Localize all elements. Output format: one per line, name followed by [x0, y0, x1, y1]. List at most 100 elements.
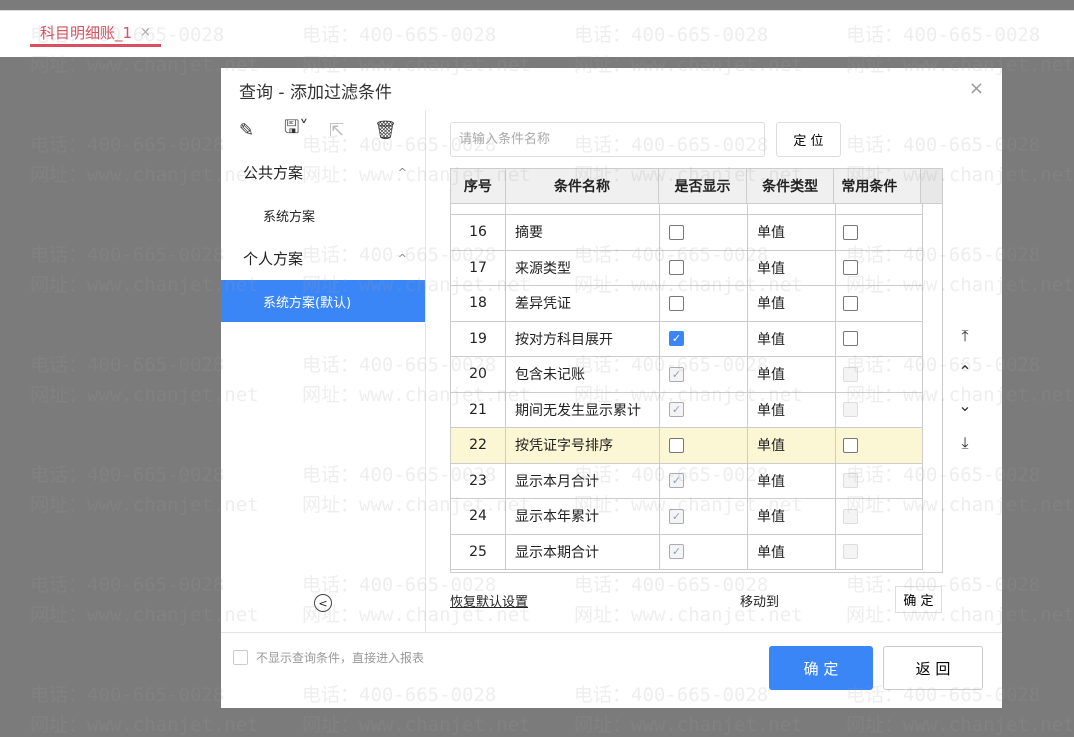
show-cell: ✓	[660, 357, 748, 392]
common-cell	[836, 321, 923, 356]
table-row[interactable]: 16 摘要 单值	[451, 215, 923, 251]
chevron-up-icon[interactable]: ^	[398, 252, 407, 265]
close-icon[interactable]: ×	[969, 78, 984, 99]
watermark-site: 网址：www.chanjet.net	[302, 714, 531, 736]
condition-name: 显示本年累计	[506, 499, 660, 534]
move-confirm-button[interactable]: 确 定	[895, 586, 942, 613]
watermark-site: 网址：www.chanjet.net	[574, 714, 803, 736]
save-icon[interactable]: 🖫˅	[284, 115, 329, 145]
scheme-panel: ✎ 🖫˅ ⇱ 🗑 公共方案 ^ 系统方案 个人方案 ^ 系统方案(默认) <	[221, 110, 426, 632]
chevron-up-icon[interactable]: ^	[398, 166, 407, 179]
restore-default-link[interactable]: 恢复默认设置	[450, 591, 528, 610]
checkbox[interactable]	[843, 473, 858, 489]
move-up-icon[interactable]: ⌃	[954, 362, 976, 381]
checkbox[interactable]: ✓	[669, 331, 684, 347]
tab-label: 科目明细账_1	[40, 24, 133, 42]
condition-name: 摘要	[506, 215, 660, 250]
checkbox[interactable]	[843, 437, 858, 453]
condition-type: 单值	[748, 357, 836, 392]
show-cell: ✓	[660, 392, 748, 427]
condition-name: 包含未记账	[506, 357, 660, 392]
checkbox[interactable]	[669, 295, 684, 311]
condition-type: 单值	[748, 392, 836, 427]
checkbox[interactable]	[843, 508, 858, 524]
condition-name: 显示本月合计	[506, 463, 660, 498]
row-number: 20	[451, 357, 506, 392]
condition-type: 单值	[748, 428, 836, 463]
locate-button[interactable]: 定 位	[776, 122, 841, 157]
checkbox[interactable]	[843, 366, 858, 382]
edit-icon[interactable]: ✎	[239, 120, 284, 141]
scrollbar[interactable]	[921, 169, 942, 203]
close-icon[interactable]: ×	[140, 25, 151, 40]
row-number: 22	[451, 428, 506, 463]
table-row[interactable]: 18 差异凭证 单值	[451, 286, 923, 322]
group-label: 个人方案	[243, 249, 304, 268]
row-number: 24	[451, 499, 506, 534]
skip-query-label: 不显示查询条件，直接进入报表	[256, 651, 425, 665]
watermark-phone: 电话：400-665-0028	[30, 354, 225, 376]
condition-type: 单值	[748, 215, 836, 250]
checkbox[interactable]: ✓	[669, 402, 684, 418]
checkbox[interactable]: ✓	[669, 473, 684, 489]
common-cell	[836, 463, 923, 498]
scheme-item[interactable]: 系统方案	[221, 194, 425, 236]
delete-icon[interactable]: 🗑	[374, 120, 419, 141]
condition-type: 单值	[748, 534, 836, 569]
row-number: 18	[451, 286, 506, 321]
tab-ledger-detail[interactable]: 科目明细账_1 ×	[30, 21, 161, 47]
confirm-button[interactable]: 确 定	[769, 646, 873, 690]
checkbox[interactable]	[843, 544, 858, 560]
condition-name: 按凭证字号排序	[506, 428, 660, 463]
common-cell	[836, 215, 923, 250]
scheme-item-selected[interactable]: 系统方案(默认)	[221, 280, 425, 322]
row-number: 17	[451, 250, 506, 285]
dialog-title: 查询 - 添加过滤条件	[239, 83, 392, 103]
table-row[interactable]: 19 按对方科目展开 ✓ 单值	[451, 321, 923, 357]
table-row[interactable]: 21 期间无发生显示累计 ✓ 单值	[451, 392, 923, 428]
table-row[interactable]: 24 显示本年累计 ✓ 单值	[451, 499, 923, 535]
move-bottom-icon[interactable]: ⤓	[954, 433, 976, 453]
show-cell	[660, 286, 748, 321]
common-cell	[836, 286, 923, 321]
checkbox[interactable]	[669, 224, 684, 240]
checkbox[interactable]	[843, 260, 858, 276]
condition-search-input[interactable]	[450, 122, 765, 157]
move-top-icon[interactable]: ⤒	[954, 326, 976, 346]
common-cell	[836, 534, 923, 569]
checkbox[interactable]	[843, 224, 858, 240]
conditions-table: 16 摘要 单值 17 来源类型 单值 18 差异凭证 单值 19 按对方科目展…	[450, 168, 943, 573]
table-row[interactable]: 22 按凭证字号排序 单值	[451, 428, 923, 464]
move-down-icon[interactable]: ⌄	[954, 396, 976, 415]
row-number: 23	[451, 463, 506, 498]
condition-name: 显示本期合计	[506, 534, 660, 569]
checkbox[interactable]	[843, 402, 858, 418]
show-cell: ✓	[660, 499, 748, 534]
skip-query-checkbox[interactable]	[233, 650, 248, 665]
move-to-label: 移动到	[740, 595, 780, 610]
condition-name: 按对方科目展开	[506, 321, 660, 356]
watermark-site: 网址：www.chanjet.net	[846, 714, 1074, 736]
show-cell: ✓	[660, 463, 748, 498]
table-row[interactable]: 23 显示本月合计 ✓ 单值	[451, 463, 923, 499]
checkbox[interactable]	[843, 295, 858, 311]
collapse-left-icon[interactable]: <	[314, 594, 332, 612]
table-row[interactable]: 25 显示本期合计 ✓ 单值	[451, 534, 923, 570]
condition-name: 来源类型	[506, 250, 660, 285]
col-header: 是否显示	[659, 169, 747, 203]
checkbox[interactable]: ✓	[669, 544, 684, 560]
checkbox[interactable]	[669, 260, 684, 276]
back-button[interactable]: 返 回	[883, 646, 983, 690]
group-public[interactable]: 公共方案 ^	[221, 150, 425, 194]
checkbox[interactable]	[843, 331, 858, 347]
table-row[interactable]: 17 来源类型 单值	[451, 250, 923, 286]
checkbox[interactable]	[669, 437, 684, 453]
col-header: 条件名称	[506, 169, 660, 203]
checkbox[interactable]: ✓	[669, 366, 684, 382]
export-icon[interactable]: ⇱	[329, 120, 374, 141]
checkbox[interactable]: ✓	[669, 508, 684, 524]
group-personal[interactable]: 个人方案 ^	[221, 236, 425, 280]
table-row[interactable]: 20 包含未记账 ✓ 单值	[451, 357, 923, 393]
condition-name: 期间无发生显示累计	[506, 392, 660, 427]
group-label: 公共方案	[243, 163, 304, 182]
